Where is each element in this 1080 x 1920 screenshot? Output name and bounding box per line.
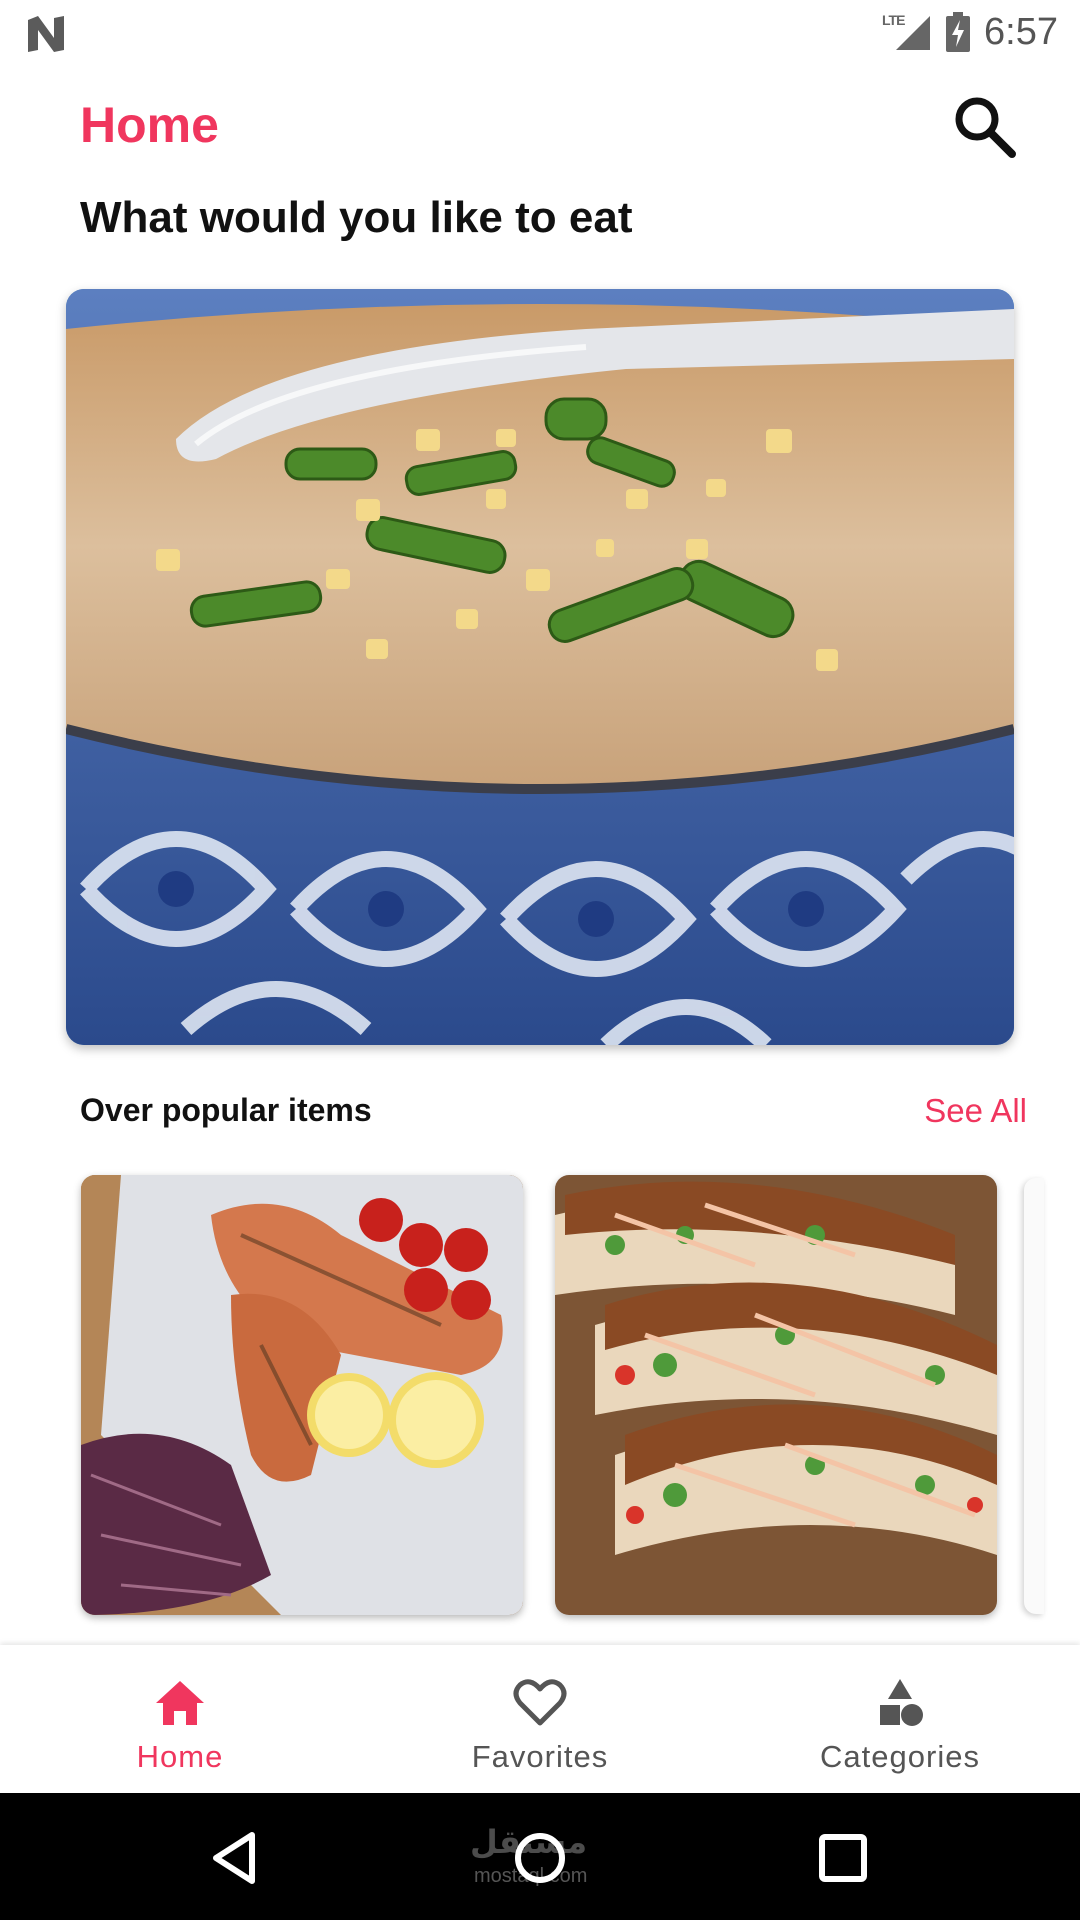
popular-item-card[interactable] [555,1175,997,1615]
clock: 6:57 [984,10,1058,53]
headline: What would you like to eat [80,193,633,242]
recent-apps-icon[interactable] [808,1823,878,1893]
status-bar: LTE 6:57 [0,0,1080,64]
section-title: Over popular items [80,1092,372,1128]
home-circle-icon[interactable] [505,1823,575,1893]
popular-item-card-partial[interactable] [1024,1178,1044,1614]
shapes-icon [880,1679,923,1726]
grilled-salmon-lemon-image [81,1175,523,1615]
congee-bowl-image [66,289,1014,1045]
nav-item-home[interactable]: Home [0,1645,360,1793]
heart-icon [513,1679,567,1726]
battery-charging-icon [946,12,971,52]
home-icon [156,1681,204,1725]
fish-tacos-image [555,1175,997,1615]
bottom-navigation: Home Favorites Categories [0,1645,1080,1793]
featured-dish-card[interactable] [66,289,1014,1045]
search-icon [955,97,1016,158]
lte-signal-icon: LTE [882,12,932,52]
see-all-link[interactable]: See All [924,1092,1027,1130]
nav-label-favorites: Favorites [471,1739,609,1774]
nav-label-categories: Categories [820,1739,980,1774]
nav-label-home: Home [136,1739,224,1774]
system-navigation-bar: مستقل mostaql.com [0,1793,1080,1920]
search-button[interactable] [950,92,1020,162]
nav-item-categories[interactable]: Categories [720,1645,1080,1793]
nav-item-favorites[interactable]: Favorites [360,1645,720,1793]
back-icon[interactable] [202,1823,272,1893]
popular-item-card[interactable] [81,1175,523,1615]
page-title: Home [80,97,219,153]
android-n-logo-icon [28,16,64,52]
